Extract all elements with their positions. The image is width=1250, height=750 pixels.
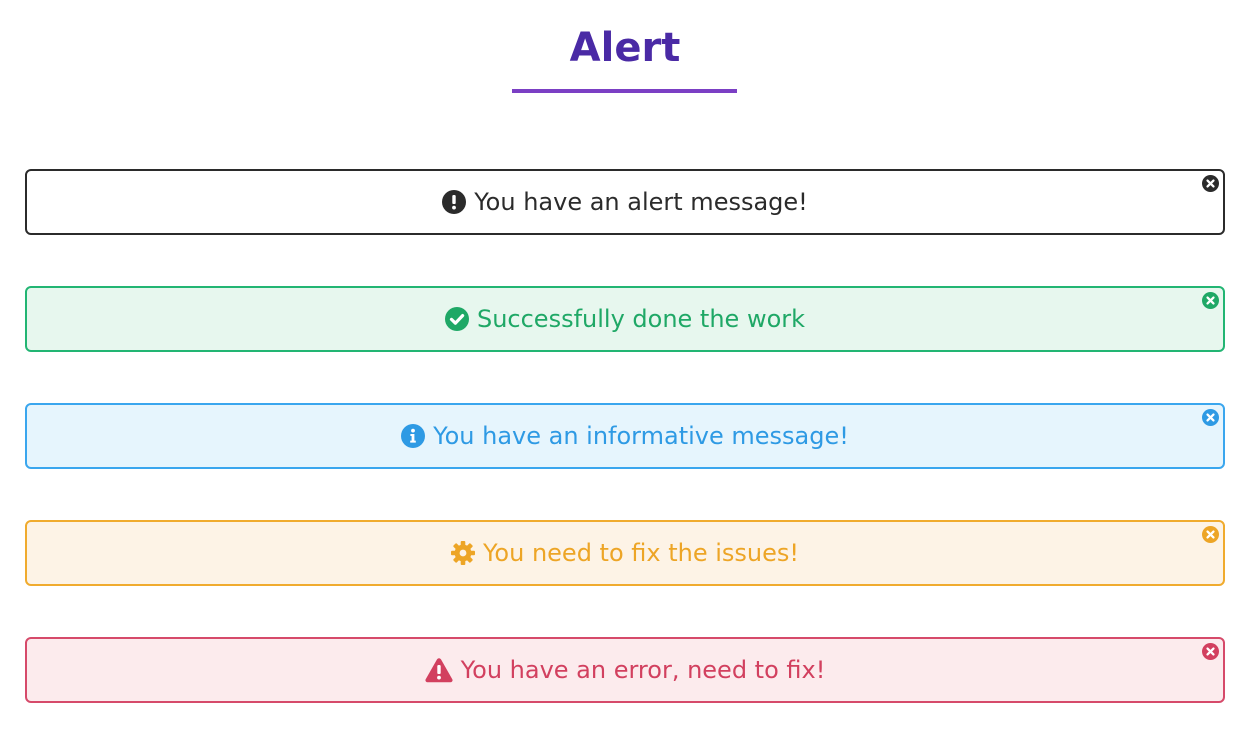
alert-info-content: You have an informative message! <box>401 421 849 451</box>
close-icon[interactable] <box>1202 643 1219 660</box>
alert-default-message: You have an alert message! <box>474 188 808 216</box>
alert-info: You have an informative message! <box>25 403 1225 469</box>
alert-danger-content: You have an error, need to fix! <box>425 655 826 685</box>
alert-success-message: Successfully done the work <box>476 305 806 333</box>
alert-warning-content: You need to fix the issues! <box>450 538 800 568</box>
close-icon[interactable] <box>1202 175 1219 192</box>
warning-triangle-icon <box>425 657 453 683</box>
alert-default-content: You have an alert message! <box>442 187 808 217</box>
alert-warning: You need to fix the issues! <box>25 520 1225 586</box>
gear-icon <box>450 541 475 565</box>
close-icon[interactable] <box>1202 292 1219 309</box>
page-title: Alert <box>569 25 681 71</box>
alert-success-content: Successfully done the work <box>444 304 806 334</box>
alert-warning-message: You need to fix the issues! <box>482 539 800 567</box>
title-underline <box>512 89 737 93</box>
check-circle-icon <box>444 307 469 331</box>
alert-default: You have an alert message! <box>25 169 1225 235</box>
alert-success: Successfully done the work <box>25 286 1225 352</box>
exclamation-circle-icon <box>442 190 467 214</box>
info-circle-icon <box>401 424 426 448</box>
close-icon[interactable] <box>1202 409 1219 426</box>
alert-danger-message: You have an error, need to fix! <box>460 656 826 684</box>
alert-info-message: You have an informative message! <box>433 422 849 450</box>
close-icon[interactable] <box>1202 526 1219 543</box>
alert-danger: You have an error, need to fix! <box>25 637 1225 703</box>
